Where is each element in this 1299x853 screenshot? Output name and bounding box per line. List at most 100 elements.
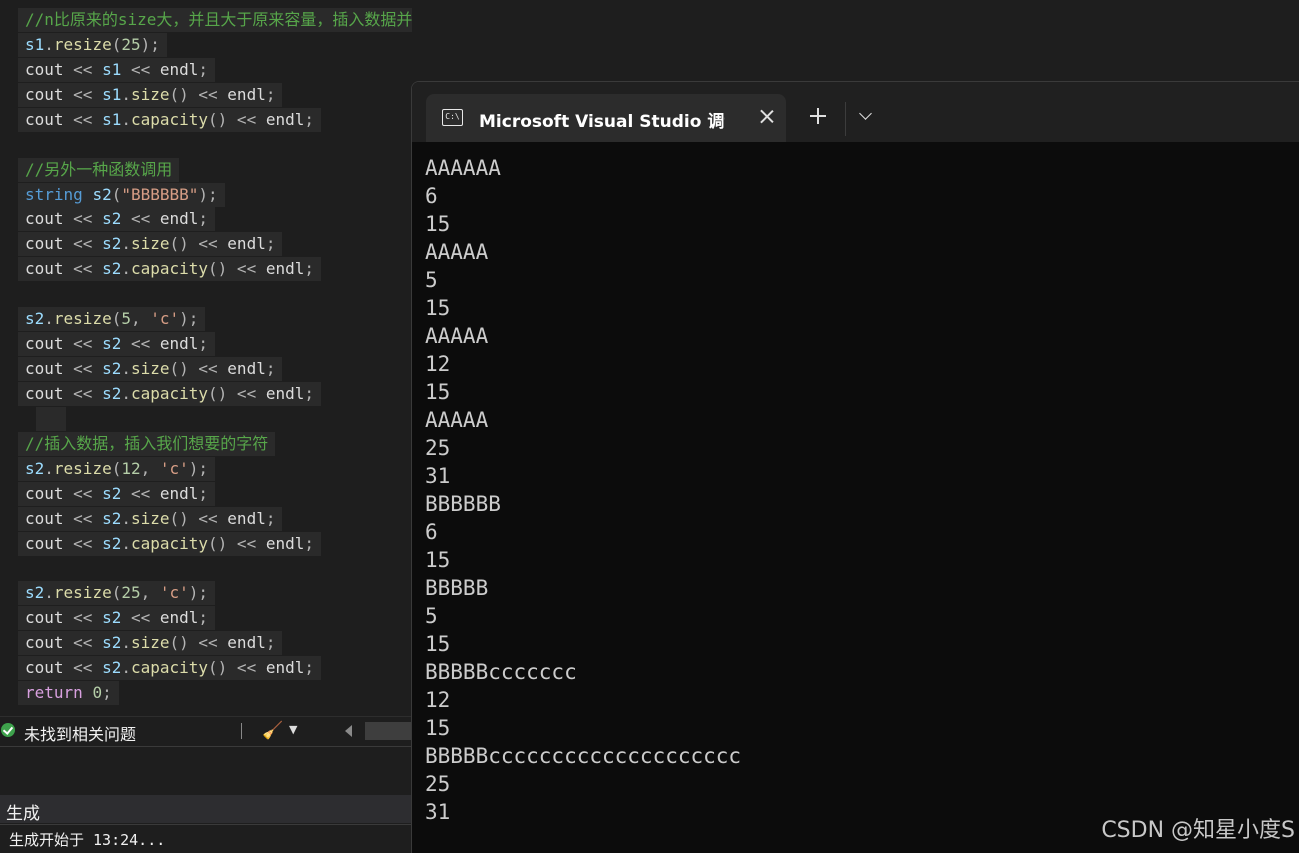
code-line[interactable]: cout << s2 << endl; [18,481,216,506]
code-token: s2 [102,608,122,628]
code-line[interactable]: cout << s2.size() << endl; [18,232,283,257]
code-token: . [44,34,54,54]
code-token: ; [198,608,209,628]
code-token: << [121,608,160,628]
code-token: size [130,234,170,254]
code-line[interactable]: cout << s2 << endl; [18,606,216,631]
chevron-down-icon[interactable] [856,106,876,126]
code-line[interactable]: cout << s2.capacity() << endl; [18,656,321,681]
console-line: BBBBBB [425,492,501,516]
code-line[interactable] [18,557,32,581]
code-line[interactable]: cout << s2.capacity() << endl; [18,381,321,406]
close-icon[interactable] [756,106,778,128]
code-token: cout [25,633,64,653]
code-token: s2 [102,259,122,279]
code-token: endl [265,383,305,403]
code-token: cout [25,533,64,553]
code-line[interactable]: //n比原来的size大，并且大于原来容量，插入数据并且扩容 [18,8,412,32]
code-token: s2 [102,383,122,403]
code-token: s2 [102,334,122,354]
issues-status-text[interactable]: 未找到相关问题 [24,721,136,745]
plus-icon[interactable] [808,106,828,126]
code-line[interactable]: //插入数据，插入我们想要的字符 [18,431,276,456]
code-line[interactable]: s1.resize(25); [18,32,167,57]
code-token: ( [111,34,122,54]
chevron-down-icon[interactable]: ▼ [289,723,297,736]
code-line[interactable] [18,282,32,306]
code-token: cout [25,658,64,678]
code-token: s1 [102,59,122,79]
code-editor[interactable]: //n比原来的size大，并且大于原来容量，插入数据并且扩容s1.resize(… [0,0,412,712]
console-line: AAAAAA [425,156,501,180]
code-token: << [63,109,103,129]
code-token: size [130,84,170,104]
code-token: << [63,483,103,503]
terminal-tab-bar: C:\ Microsoft Visual Studio 调试控制台 [412,82,1299,142]
status-divider [241,723,242,739]
code-token: ; [304,658,314,678]
console-line: 15 [425,632,451,656]
code-line[interactable]: //另外一种函数调用 [18,157,180,182]
code-line[interactable]: cout << s2.size() << endl; [18,631,283,656]
code-line[interactable]: cout << s2 << endl; [18,207,216,232]
code-token: cout [25,508,64,528]
code-token: cout [25,483,64,503]
code-line[interactable]: s2.resize(25, 'c'); [18,581,216,606]
code-token: << [63,633,103,653]
scroll-left-arrow-icon[interactable] [337,722,365,740]
code-line[interactable]: return 0; [18,681,119,706]
output-panel-title[interactable]: 生成 [6,799,40,824]
code-token: s2 [102,483,122,503]
console-line: 31 [425,800,451,824]
code-token: << [63,84,103,104]
code-line[interactable]: cout << s2.size() << endl; [18,357,283,381]
code-token: resize [53,583,112,603]
code-token: endl [159,59,199,79]
code-token: () << [169,508,228,528]
code-token: ; [304,259,314,279]
panel-splitter[interactable] [0,746,412,795]
code-token: s2 [102,508,122,528]
code-token: << [63,334,103,354]
code-token: << [63,234,103,254]
code-token: 'c' [159,458,189,478]
code-line[interactable]: cout << s1.capacity() << endl; [18,107,321,132]
console-line: 6 [425,520,438,544]
code-line[interactable]: s2.resize(12, 'c'); [18,456,216,481]
debug-console-window[interactable]: C:\ Microsoft Visual Studio 调试控制台 AAAAAA… [411,81,1299,853]
code-token: << [121,59,160,79]
console-line: BBBBB [425,576,489,600]
code-line[interactable]: s2.resize(5, 'c'); [18,307,206,332]
tab-debug-console[interactable]: C:\ Microsoft Visual Studio 调试控制台 [426,94,786,142]
code-token: endl [227,508,266,528]
broom-icon[interactable]: 🧹 [262,721,283,741]
code-line[interactable] [18,407,32,431]
code-token: , [140,458,160,478]
horizontal-scrollbar-thumb[interactable] [365,722,412,740]
code-token: ; [265,359,276,378]
code-line[interactable]: cout << s2.capacity() << endl; [18,531,321,556]
code-token: endl [265,259,305,279]
code-token: << [63,383,103,403]
code-line[interactable]: string s2("BBBBBB"); [18,182,225,207]
code-token: () << [208,533,266,553]
code-token: ; [265,508,276,528]
code-line[interactable]: cout << s1 << endl; [18,57,216,82]
code-token: 12 [121,458,141,478]
code-line[interactable]: cout << s2.size() << endl; [18,506,283,531]
code-line[interactable]: cout << s1.size() << endl; [18,82,283,107]
output-panel-header: 生成 [0,795,412,824]
code-token: ); [198,184,218,204]
code-token: . [121,508,131,528]
code-token: size [130,633,170,653]
code-token: endl [227,633,266,653]
console-line: 25 [425,436,451,460]
code-token: cout [25,209,64,229]
code-line[interactable] [18,133,32,157]
code-token: . [44,458,54,478]
code-token: size [130,508,170,528]
code-line[interactable]: cout << s2.capacity() << endl; [18,257,321,282]
code-token: cout [25,234,64,254]
tab-title: Microsoft Visual Studio 调试控制台 [479,112,725,131]
code-line[interactable]: cout << s2 << endl; [18,332,216,357]
